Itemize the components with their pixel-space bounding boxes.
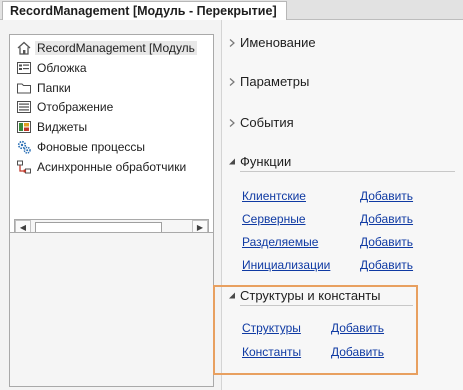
list-icon bbox=[16, 99, 32, 115]
tree-item-cover[interactable]: Обложка bbox=[16, 59, 87, 77]
tree-item-label: Обложка bbox=[37, 61, 87, 75]
tree-item-label: Папки bbox=[37, 81, 71, 95]
home-icon bbox=[16, 40, 32, 56]
tree-item-display[interactable]: Отображение bbox=[16, 98, 113, 116]
tree-item-label: Виджеты bbox=[37, 120, 88, 134]
widget-icon bbox=[16, 119, 32, 135]
link-init-functions[interactable]: Инициализации bbox=[242, 258, 330, 272]
collapse-arrow-icon[interactable] bbox=[227, 157, 237, 167]
tree-item-label: RecordManagement [Модуль bbox=[35, 41, 197, 55]
document-tab[interactable]: RecordManagement [Модуль - Перекрытие] bbox=[2, 1, 287, 20]
tree-item-label: Отображение bbox=[37, 100, 114, 114]
tree-item-module[interactable]: RecordManagement [Модуль bbox=[16, 39, 197, 57]
section-title: Именование bbox=[240, 35, 316, 50]
tree-item-widgets[interactable]: Виджеты bbox=[16, 118, 87, 136]
section-title: События bbox=[240, 115, 294, 130]
link-server-functions[interactable]: Серверные bbox=[242, 212, 306, 226]
section-parameters[interactable]: Параметры bbox=[222, 72, 463, 92]
navigation-pane: RecordManagement [Модуль Обложка Папки О… bbox=[0, 20, 222, 390]
async-icon bbox=[16, 159, 32, 175]
section-divider bbox=[240, 171, 455, 172]
section-functions[interactable]: Функции bbox=[222, 152, 463, 172]
add-server-function-link[interactable]: Добавить bbox=[360, 212, 413, 226]
add-client-function-link[interactable]: Добавить bbox=[360, 189, 413, 203]
tree-item-background-processes[interactable]: Фоновые процессы bbox=[16, 138, 145, 156]
document-tab-bar: RecordManagement [Модуль - Перекрытие] bbox=[0, 0, 463, 20]
gears-icon bbox=[16, 139, 32, 155]
link-client-functions[interactable]: Клиентские bbox=[242, 189, 306, 203]
expand-arrow-icon[interactable] bbox=[227, 38, 237, 48]
add-init-function-link[interactable]: Добавить bbox=[360, 258, 413, 272]
section-title: Функции bbox=[240, 154, 292, 169]
module-tree: RecordManagement [Модуль Обложка Папки О… bbox=[9, 34, 214, 244]
expand-arrow-icon[interactable] bbox=[227, 118, 237, 128]
tree-item-label: Асинхронные обработчики bbox=[37, 160, 187, 174]
tree-item-folders[interactable]: Папки bbox=[16, 79, 71, 97]
tree-item-label: Фоновые процессы bbox=[37, 140, 145, 154]
tree-item-async-handlers[interactable]: Асинхронные обработчики bbox=[16, 158, 186, 176]
highlight-frame bbox=[213, 285, 418, 375]
add-shared-function-link[interactable]: Добавить bbox=[360, 235, 413, 249]
cover-icon bbox=[16, 60, 32, 76]
section-title: Параметры bbox=[240, 74, 310, 89]
section-events[interactable]: События bbox=[222, 113, 463, 133]
expand-arrow-icon[interactable] bbox=[227, 77, 237, 87]
section-naming[interactable]: Именование bbox=[222, 33, 463, 53]
folder-icon bbox=[16, 80, 32, 96]
link-shared-functions[interactable]: Разделяемые bbox=[242, 235, 318, 249]
properties-panel bbox=[9, 232, 214, 387]
